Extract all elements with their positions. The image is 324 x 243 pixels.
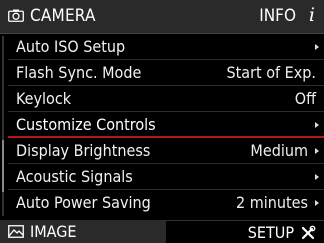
menu-item-customize-controls[interactable]: Customize Controls <box>8 112 324 138</box>
menu-item-auto-iso-setup[interactable]: Auto ISO Setup <box>8 34 324 60</box>
menu-item-display-brightness[interactable]: Display Brightness Medium <box>8 138 324 164</box>
menu-item-flash-sync-mode[interactable]: Flash Sync. Mode Start of Exp. <box>8 60 324 86</box>
menu-item-label: Display Brightness <box>16 141 151 160</box>
menu-item-value: Off <box>294 89 316 108</box>
menu-item-label: Auto Power Saving <box>16 193 151 212</box>
chevron-right-icon <box>315 200 319 206</box>
setup-tab-label: SETUP <box>247 223 294 242</box>
menu-item-acoustic-signals[interactable]: Acoustic Signals <box>8 164 324 190</box>
menu-item-value: 2 minutes <box>236 193 308 212</box>
menu-item-label: Keylock <box>16 89 72 108</box>
menu-item-label: Auto ISO Setup <box>16 37 126 56</box>
chevron-right-icon <box>315 148 319 154</box>
chevron-right-icon <box>315 122 319 128</box>
chevron-right-icon <box>315 44 319 50</box>
scrollbar-thumb[interactable] <box>2 140 4 192</box>
menu-item-value: Medium <box>250 141 308 160</box>
menu-footer: IMAGE SETUP <box>0 220 324 243</box>
menu-item-auto-power-saving[interactable]: Auto Power Saving 2 minutes <box>8 190 324 216</box>
image-icon <box>8 225 24 238</box>
image-tab[interactable]: IMAGE <box>0 220 166 243</box>
chevron-right-icon <box>315 174 319 180</box>
menu-title: CAMERA <box>30 6 96 26</box>
menu-item-keylock[interactable]: Keylock Off <box>8 86 324 112</box>
tools-icon <box>301 225 316 240</box>
menu-item-value: Start of Exp. <box>226 63 316 82</box>
setup-tab[interactable]: SETUP <box>166 220 324 243</box>
menu-header: CAMERA INFO i <box>0 0 324 34</box>
camera-menu-screen: CAMERA INFO i Auto ISO Setup Flash Sync.… <box>0 0 324 243</box>
info-icon[interactable]: i <box>309 4 315 26</box>
menu-item-label: Flash Sync. Mode <box>16 63 142 82</box>
image-tab-label: IMAGE <box>30 222 77 241</box>
camera-icon <box>8 9 24 22</box>
menu-item-label: Customize Controls <box>16 115 156 134</box>
info-button[interactable]: INFO <box>259 6 296 26</box>
menu-item-label: Acoustic Signals <box>16 167 133 186</box>
